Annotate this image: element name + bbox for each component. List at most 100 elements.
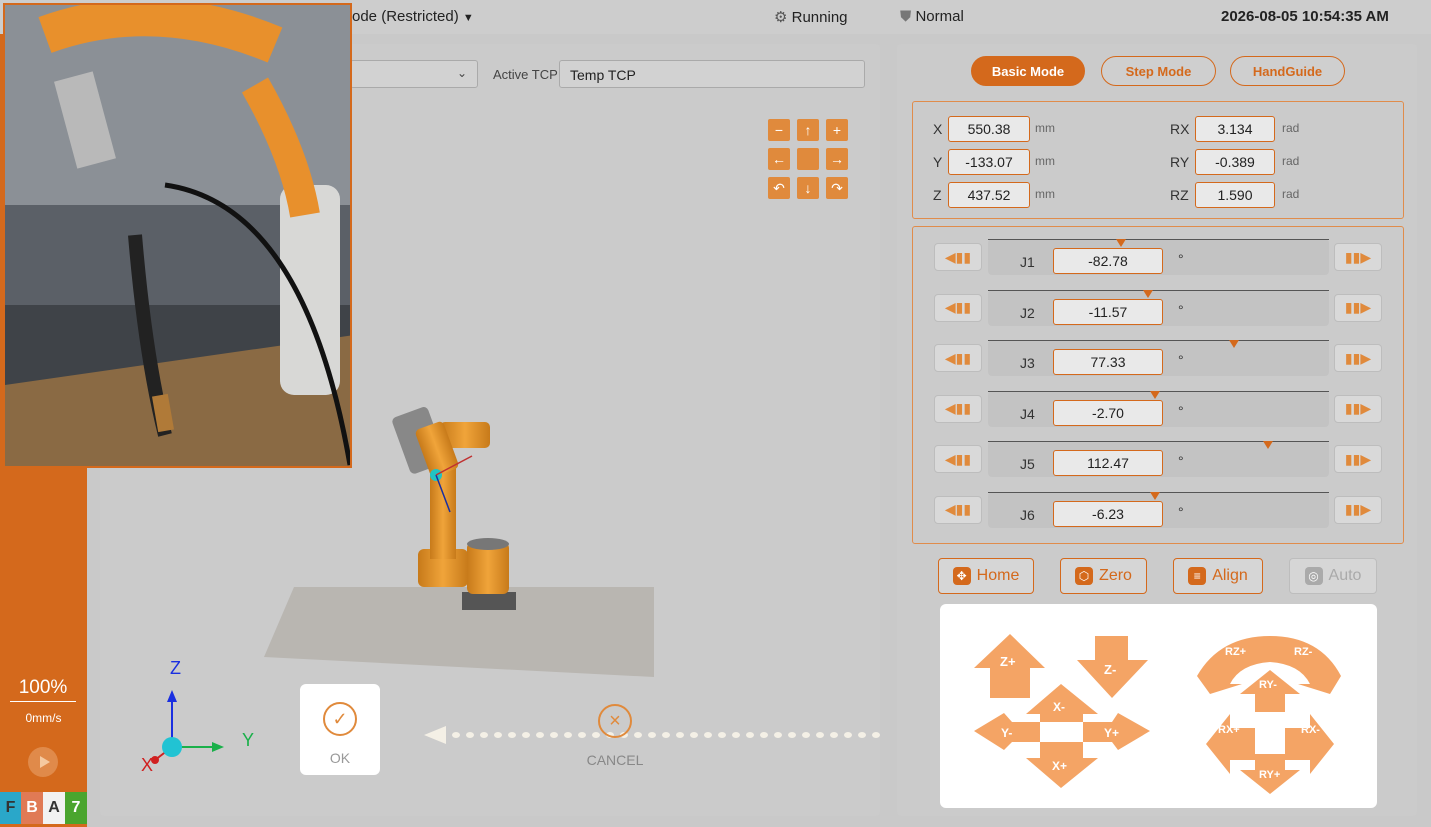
- joint-unit: °: [1178, 453, 1184, 469]
- pose-z-field[interactable]: 437.52: [948, 182, 1030, 208]
- jog-ry-plus-label: RY+: [1259, 769, 1281, 781]
- joint-value-field[interactable]: -2.70: [1053, 399, 1163, 426]
- dotted-path-dot: [732, 732, 740, 738]
- joint-unit: °: [1178, 402, 1184, 419]
- jog-y-minus-label: Y-: [1001, 726, 1013, 740]
- joint-plus-button[interactable]: ▮▮▶: [1334, 394, 1382, 423]
- axis-x-label: X: [141, 755, 154, 775]
- camera-image: [5, 5, 350, 466]
- home-label: Home: [976, 567, 1020, 584]
- joint-label: J1: [1020, 254, 1035, 270]
- joint-unit: °: [1178, 301, 1184, 318]
- jog-rx-plus-label: RX+: [1218, 724, 1240, 736]
- pose-rx-field[interactable]: 3.134: [1195, 116, 1275, 142]
- joint-minus-button[interactable]: ◀▮▮: [934, 243, 982, 271]
- basic-mode-button[interactable]: Basic Mode: [971, 56, 1085, 86]
- jog-rx-minus[interactable]: [1285, 714, 1334, 774]
- jog-right-icon: ▮▮▶: [1344, 349, 1372, 366]
- mode-selector[interactable]: ode (Restricted) ▼: [352, 8, 474, 25]
- joint-marker: [1150, 491, 1161, 500]
- dotted-path-dot: [760, 732, 768, 738]
- joint-minus-button[interactable]: ◀▮▮: [934, 495, 982, 524]
- joint-plus-button[interactable]: ▮▮▶: [1334, 243, 1382, 271]
- cancel-button[interactable]: × CANCEL: [580, 704, 650, 768]
- tile-7: 7: [65, 792, 87, 824]
- joint-plus-button[interactable]: ▮▮▶: [1334, 445, 1382, 473]
- camera-feed: [3, 3, 352, 468]
- chevron-down-icon: ▼: [462, 12, 474, 24]
- safety-status: ⛊ Normal: [900, 8, 964, 25]
- jog-right-icon: ▮▮▶: [1344, 400, 1372, 416]
- pose-panel: X 550.38 mm Y -133.07 mm Z 437.52 mm RX …: [912, 101, 1404, 219]
- dotted-path-dot: [522, 732, 530, 738]
- joint-value-field[interactable]: -6.23: [1053, 500, 1163, 527]
- jog-left-icon: ◀▮▮: [944, 299, 972, 315]
- handguide-button[interactable]: HandGuide: [1230, 56, 1345, 86]
- robot-icon: ⚙: [774, 9, 788, 26]
- dotted-path-dot: [480, 732, 488, 738]
- joint-row: ◀▮▮ J5 112.47 ° ▮▮▶: [913, 439, 1405, 479]
- pose-rx-unit: rad: [1282, 121, 1300, 135]
- jog-right-icon: ▮▮▶: [1344, 450, 1372, 467]
- joint-plus-button[interactable]: ▮▮▶: [1334, 495, 1382, 524]
- jog-rx-plus[interactable]: [1206, 714, 1255, 774]
- play-button[interactable]: [28, 747, 58, 777]
- tile-b: B: [21, 792, 43, 824]
- jog-y-plus-label: Y+: [1104, 726, 1120, 740]
- datetime: 2026-08-05 10:54:35 AM: [1221, 8, 1389, 25]
- pose-y-label: Y: [933, 154, 943, 170]
- pose-y-field[interactable]: -133.07: [948, 149, 1030, 175]
- dotted-path-dot: [550, 732, 558, 738]
- pose-x-field[interactable]: 550.38: [948, 116, 1030, 142]
- safety-status-label: Normal: [915, 8, 964, 25]
- jog-pad: Z+ Z- X- Y- Y+ X+ RZ+ RZ- RY- RX+ RX- RY…: [940, 604, 1377, 808]
- dotted-path-dot: [830, 732, 838, 738]
- dotted-path-dot: [802, 732, 810, 738]
- dotted-path-dot: [844, 732, 852, 738]
- running-status-label: Running: [791, 9, 848, 26]
- joint-value-field[interactable]: 77.33: [1053, 349, 1163, 375]
- joint-row: ◀▮▮ J2 -11.57 ° ▮▮▶: [913, 288, 1405, 328]
- joint-label: J4: [1020, 405, 1035, 422]
- pose-ry-field[interactable]: -0.389: [1195, 149, 1275, 175]
- joint-minus-button[interactable]: ◀▮▮: [934, 445, 982, 473]
- pose-rz-label: RZ: [1170, 187, 1189, 203]
- home-button[interactable]: ✥ Home: [938, 558, 1034, 594]
- pose-rz-field[interactable]: 1.590: [1195, 182, 1275, 208]
- jog-ry-minus-label: RY-: [1259, 679, 1277, 691]
- joint-marker: [1143, 289, 1154, 298]
- ok-button[interactable]: ✓ OK: [300, 684, 380, 775]
- pose-ry-label: RY: [1170, 154, 1190, 170]
- joint-minus-button[interactable]: ◀▮▮: [934, 344, 982, 372]
- jog-left-icon: ◀▮▮: [944, 400, 972, 416]
- joint-label: J5: [1020, 456, 1035, 472]
- pose-x-unit: mm: [1035, 121, 1055, 135]
- joint-value-field[interactable]: -11.57: [1053, 298, 1163, 325]
- zero-icon: ⬡: [1075, 567, 1094, 585]
- joint-plus-button[interactable]: ▮▮▶: [1334, 293, 1382, 322]
- jog-rz-minus-label: RZ-: [1294, 646, 1313, 658]
- joint-value-field[interactable]: -82.78: [1053, 248, 1163, 274]
- joint-value-field[interactable]: 112.47: [1053, 450, 1163, 476]
- step-mode-button[interactable]: Step Mode: [1101, 56, 1216, 86]
- pose-x-label: X: [933, 121, 943, 137]
- joint-plus-button[interactable]: ▮▮▶: [1334, 344, 1382, 372]
- ok-label: OK: [329, 750, 351, 766]
- floor-plate: [264, 587, 654, 677]
- axis-z-label: Z: [170, 658, 181, 678]
- jog-x-plus-label: X+: [1052, 759, 1068, 773]
- speed-mmps: 0mm/s: [25, 711, 62, 725]
- align-button[interactable]: ≡ Align: [1173, 558, 1263, 594]
- zero-button[interactable]: ⬡ Zero: [1060, 558, 1147, 594]
- dotted-path-dot: [788, 732, 796, 738]
- align-icon: ≡: [1188, 567, 1207, 585]
- jog-rx-minus-label: RX-: [1301, 724, 1320, 736]
- jog-x-minus-label: X-: [1053, 700, 1065, 714]
- zero-label: Zero: [1099, 567, 1132, 584]
- jog-z-plus-label: Z+: [1000, 654, 1016, 669]
- jog-ry-minus[interactable]: [1240, 670, 1300, 712]
- joint-minus-button[interactable]: ◀▮▮: [934, 394, 982, 423]
- joint-scale: [988, 340, 1329, 347]
- joint-minus-button[interactable]: ◀▮▮: [934, 293, 982, 322]
- speed-percent: 100%: [10, 677, 76, 702]
